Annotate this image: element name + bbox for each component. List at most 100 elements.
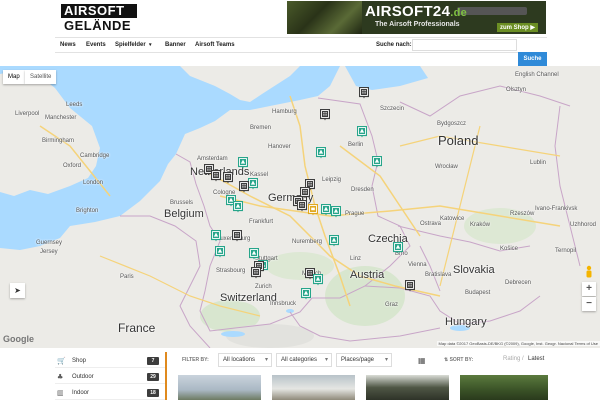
outdoor-field-marker[interactable] — [329, 235, 339, 247]
site-logo[interactable]: AIRSOFT GELÄNDE — [61, 4, 140, 34]
locations-select[interactable]: All locations ▾ — [218, 353, 272, 367]
map-label-kosice: Košice — [500, 246, 519, 252]
map-view[interactable]: Netherlands Belgium Germany Poland Czech… — [0, 66, 600, 348]
sort-latest-link[interactable]: Latest — [528, 356, 544, 362]
sort-separator: / — [522, 356, 524, 362]
indoor-field-marker[interactable] — [320, 109, 330, 121]
outdoor-field-marker[interactable] — [211, 230, 221, 242]
map-label-france: France — [118, 321, 156, 335]
main-navigation: News Events Spielfelder ▾ Banner Airsoft… — [55, 37, 547, 67]
places-per-page-value: Places/page — [341, 357, 375, 363]
map-label-brighton: Brighton — [76, 208, 99, 214]
locations-select-value: All locations — [223, 357, 256, 363]
outdoor-field-marker[interactable] — [393, 242, 403, 254]
map-label-cambridge: Cambridge — [80, 153, 110, 159]
map-label-brussels: Brussels — [170, 200, 194, 206]
categories-select-value: All categories — [281, 357, 318, 363]
sort-by-label: ⇅ SORT BY: — [444, 357, 473, 363]
place-thumbnail[interactable] — [460, 375, 548, 400]
outdoor-field-marker[interactable] — [233, 201, 243, 213]
nav-airsoft-teams[interactable]: Airsoft Teams — [195, 42, 235, 48]
indoor-field-marker[interactable] — [223, 172, 233, 184]
outdoor-field-marker[interactable] — [249, 248, 259, 260]
map-label-oxford: Oxford — [63, 163, 82, 169]
sidebar-item-shop[interactable]: 🛒 Shop 7 — [55, 354, 165, 368]
banner-rifle-image — [457, 7, 527, 15]
category-sidebar: 🛒 Shop 7 ♣ Outdoor 29 ▥ Indoor 18 — [55, 352, 165, 400]
nav-events[interactable]: Events — [86, 42, 106, 48]
categories-select[interactable]: All categories ▾ — [276, 353, 332, 367]
shop-marker[interactable] — [308, 204, 318, 216]
outdoor-field-marker[interactable] — [215, 246, 225, 258]
indoor-field-marker[interactable] — [405, 280, 415, 292]
map-label-graz: Graz — [385, 302, 399, 308]
nav-banner[interactable]: Banner — [165, 42, 186, 48]
map-label-vienna: Vienna — [408, 262, 427, 268]
map-label-guernsey: Guernsey — [36, 240, 63, 246]
map-label-olsztyn: Olsztyn — [506, 87, 527, 93]
banner-shop-button[interactable]: zum Shop ▶ — [497, 23, 538, 32]
street-view-pegman-icon[interactable] — [584, 265, 594, 279]
tree-icon: ♣ — [57, 373, 64, 381]
grid-view-icon[interactable]: ▦ — [418, 356, 426, 365]
sidebar-item-count: 29 — [147, 373, 159, 381]
locate-me-icon[interactable]: ➤ — [10, 283, 25, 298]
map-label-leipzig: Leipzig — [322, 177, 342, 183]
map-label-ostrava: Ostrava — [420, 221, 442, 227]
nav-spielfelder[interactable]: Spielfelder — [115, 42, 146, 48]
sidebar-item-indoor[interactable]: ▥ Indoor 18 — [55, 386, 165, 400]
indoor-field-marker[interactable] — [239, 181, 249, 193]
sidebar-item-outdoor[interactable]: ♣ Outdoor 29 — [55, 370, 165, 384]
sort-rating-link[interactable]: Rating — [503, 356, 520, 362]
indoor-field-marker[interactable] — [297, 200, 307, 212]
sidebar-item-label: Outdoor — [72, 374, 94, 380]
indoor-field-marker[interactable] — [359, 87, 369, 99]
place-thumbnail[interactable] — [366, 375, 449, 400]
indoor-field-marker[interactable] — [211, 170, 221, 182]
map-label-prague: Prague — [345, 211, 365, 217]
map-type-map-button[interactable]: Map — [3, 70, 25, 84]
banner-subtitle: The Airsoft Professionals — [375, 21, 460, 28]
place-thumbnail[interactable] — [272, 375, 355, 400]
building-icon: ▥ — [57, 389, 64, 397]
chevron-down-icon[interactable]: ▾ — [149, 42, 152, 48]
outdoor-field-marker[interactable] — [238, 157, 248, 169]
place-thumbnail[interactable] — [178, 375, 261, 400]
indoor-field-marker[interactable] — [232, 230, 242, 242]
site-header: AIRSOFT GELÄNDE AIRSOFT24.de The Airsoft… — [0, 0, 600, 37]
indoor-field-marker[interactable] — [251, 267, 261, 279]
banner-brand-tld: .de — [450, 7, 468, 19]
map-label-belgium: Belgium — [164, 208, 204, 220]
places-per-page-select[interactable]: Places/page ▾ — [336, 353, 392, 367]
logo-line-1: AIRSOFT — [61, 4, 137, 18]
sort-by-text: SORT BY: — [449, 357, 474, 363]
nav-news[interactable]: News — [60, 42, 76, 48]
map-label-birmingham: Birmingham — [42, 138, 75, 144]
search-button[interactable]: Suche — [518, 52, 547, 67]
zoom-out-button[interactable]: − — [582, 297, 596, 311]
search-input[interactable] — [412, 39, 517, 51]
zoom-in-button[interactable]: + — [582, 282, 596, 296]
outdoor-field-marker[interactable] — [357, 126, 367, 138]
outdoor-field-marker[interactable] — [248, 178, 258, 190]
sidebar-item-label: Indoor — [72, 390, 90, 396]
map-type-satellite-button[interactable]: Satellite — [25, 70, 57, 84]
chevron-down-icon: ▾ — [384, 357, 388, 363]
outdoor-field-marker[interactable] — [313, 274, 323, 286]
map-label-lublin: Lublin — [530, 160, 547, 166]
outdoor-field-marker[interactable] — [301, 288, 311, 300]
map-label-switzerland: Switzerland — [220, 292, 277, 304]
map-label-berlin: Berlin — [348, 142, 364, 148]
outdoor-field-marker[interactable] — [372, 156, 382, 168]
map-label-paris: Paris — [120, 274, 134, 280]
outdoor-field-marker[interactable] — [321, 204, 331, 216]
map-label-rzeszow: Rzeszów — [510, 211, 535, 217]
map-label-nuremberg: Nuremberg — [292, 239, 323, 245]
map-label-strasbourg: Strasbourg — [216, 268, 246, 274]
outdoor-field-marker[interactable] — [331, 206, 341, 218]
map-label-hanover: Hanover — [268, 144, 291, 150]
map-attribution[interactable]: Map data ©2017 GeoBasis-DE/BKG (©2009), … — [436, 341, 600, 346]
airsoft24-banner-ad[interactable]: AIRSOFT24.de The Airsoft Professionals z… — [287, 1, 546, 34]
outdoor-field-marker[interactable] — [316, 147, 326, 159]
map-label-debrecen: Debrecen — [505, 280, 532, 286]
